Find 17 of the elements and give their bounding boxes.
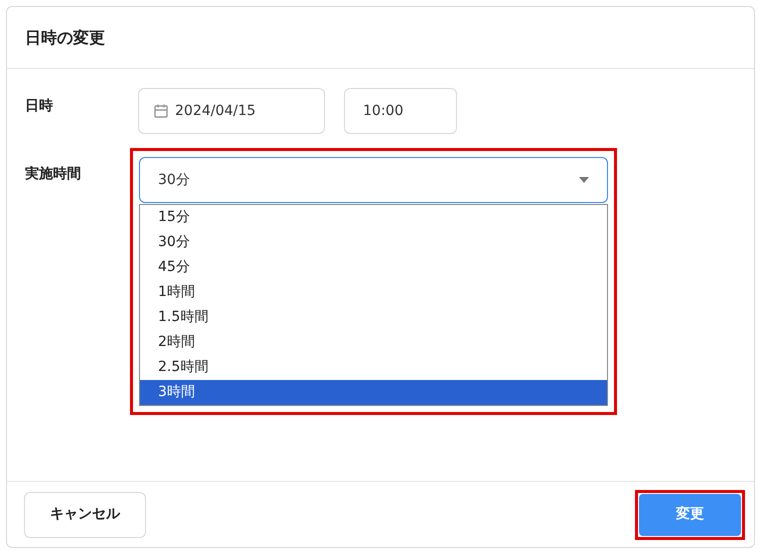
dropdown-option[interactable]: 3時間 — [140, 380, 607, 405]
dropdown-option[interactable]: 2時間 — [140, 330, 607, 355]
field-label: 実施時間 — [24, 165, 82, 184]
dropdown-option[interactable]: 1時間 — [140, 280, 607, 305]
dropdown-option[interactable]: 15分 — [140, 205, 607, 230]
dropdown-option[interactable]: 2.5時間 — [140, 355, 607, 380]
date-field[interactable]: 2024/04/15 — [138, 88, 325, 134]
field-label: 日時 — [24, 97, 54, 116]
dropdown-option[interactable]: 30分 — [140, 230, 607, 255]
dropdown-option[interactable]: 1.5時間 — [140, 305, 607, 330]
duration-select[interactable]: 30分 — [139, 157, 608, 203]
calendar-icon — [153, 103, 169, 119]
dialog-title: 日時の変更 — [25, 26, 105, 48]
time-field[interactable]: 10:00 — [344, 88, 457, 134]
dropdown-option[interactable]: 45分 — [140, 255, 607, 280]
caret-icon — [579, 177, 589, 183]
cancel-button[interactable]: キャンセル — [24, 492, 146, 538]
